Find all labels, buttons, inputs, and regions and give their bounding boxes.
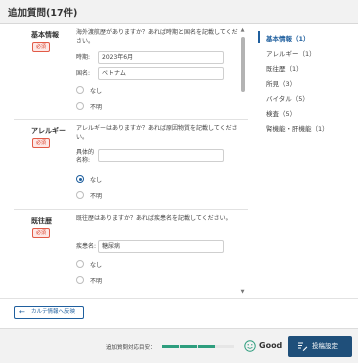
scroll-thumb[interactable] [240, 37, 245, 92]
option-label: 不明 [90, 193, 103, 200]
post-settings-button[interactable]: 投稿設定 [288, 336, 352, 357]
required-badge: 必須 [32, 228, 50, 238]
option-label: 不明 [90, 278, 103, 285]
toc-item-kidney-liver[interactable]: 腎機能・肝機能（1） [266, 123, 329, 133]
option-label: 不明 [90, 104, 103, 111]
apply-to-chart-label: カルテ情報へ反映 [31, 309, 76, 315]
section-title: 既往歴 [31, 217, 52, 225]
toc-item-basic-info[interactable]: 基本情報（1） [266, 33, 310, 43]
field-label-disease: 疾患名: [76, 243, 97, 250]
progress-segment [162, 345, 179, 348]
edit-settings-icon [298, 342, 308, 351]
radio-button[interactable] [76, 86, 84, 94]
main-panel: 基本情報 必須 海外渡航歴がありますか？あれば時期と国名を記載してください。 時… [0, 25, 358, 298]
divider [14, 209, 248, 210]
required-badge: 必須 [32, 42, 50, 52]
scrollbar[interactable]: ▲ ▼ [239, 25, 246, 298]
radio-button-selected[interactable] [76, 175, 84, 183]
toc-item-vitals[interactable]: バイタル（5） [266, 93, 309, 103]
progress-segment [198, 345, 215, 348]
footer-bar: 追加質問対応目安： Good 投稿設定 [0, 328, 358, 363]
question-text: 既往歴はありますか？あれば疾患名を記載してください。 [76, 215, 232, 222]
toc-item-allergy[interactable]: アレルギー（1） [266, 48, 316, 58]
post-settings-label: 投稿設定 [312, 342, 338, 350]
apply-to-chart-button[interactable]: ← カルテ情報へ反映 [14, 306, 84, 319]
radio-button[interactable] [76, 102, 84, 110]
section-title: 基本情報 [31, 31, 59, 39]
section-basic-info: 基本情報 必須 海外渡航歴がありますか？あれば時期と国名を記載してください。 時… [14, 25, 248, 120]
section-medical-history: 既往歴 必須 既往歴はありますか？あれば疾患名を記載してください。 疾患名: 糖… [14, 211, 248, 298]
response-progress-bar [162, 345, 234, 348]
required-badge: 必須 [32, 138, 50, 148]
status-good-label: Good [259, 341, 283, 350]
toc-item-tests[interactable]: 検査（5） [266, 108, 296, 118]
allergen-name-input[interactable] [98, 149, 224, 162]
page-title: 追加質問(17件) [8, 8, 78, 19]
field-label-name: 具体的 名称: [76, 149, 95, 164]
toc-item-findings[interactable]: 所見（3） [266, 78, 296, 88]
progress-segment [180, 345, 197, 348]
field-label-country: 国名: [76, 70, 91, 77]
response-guide-label: 追加質問対応目安： [106, 345, 156, 351]
question-text: 海外渡航歴がありますか？あれば時期と国名を記載してください。 [76, 29, 238, 45]
radio-button[interactable] [76, 260, 84, 268]
section-title: アレルギー [31, 127, 66, 135]
smile-icon [244, 340, 256, 352]
scroll-up-icon[interactable]: ▲ [239, 27, 246, 34]
period-input[interactable]: 2023年6月 [98, 51, 224, 64]
section-allergy: アレルギー 必須 アレルギーはありますか？あれば原因物質を記載してください。 具… [14, 121, 248, 209]
option-label: なし [90, 88, 103, 95]
option-label: なし [90, 262, 103, 269]
divider [14, 119, 248, 120]
question-text: アレルギーはありますか？あれば原因物質を記載してください。 [76, 125, 238, 141]
radio-button[interactable] [76, 191, 84, 199]
toc-active-indicator [258, 31, 260, 43]
arrow-left-icon: ← [19, 308, 25, 316]
disease-name-input[interactable]: 糖尿病 [98, 240, 224, 253]
radio-button[interactable] [76, 276, 84, 284]
page-header: 追加質問(17件) [0, 0, 358, 24]
question-list[interactable]: 基本情報 必須 海外渡航歴がありますか？あれば時期と国名を記載してください。 時… [14, 25, 248, 298]
country-input[interactable]: ベトナム [98, 67, 224, 80]
option-label: なし [90, 177, 103, 184]
field-label-period: 時期: [76, 54, 91, 61]
toc-item-medical-history[interactable]: 既往歴（1） [266, 63, 303, 73]
action-bar: ← カルテ情報へ反映 [0, 298, 358, 328]
scroll-down-icon[interactable]: ▼ [239, 289, 246, 296]
